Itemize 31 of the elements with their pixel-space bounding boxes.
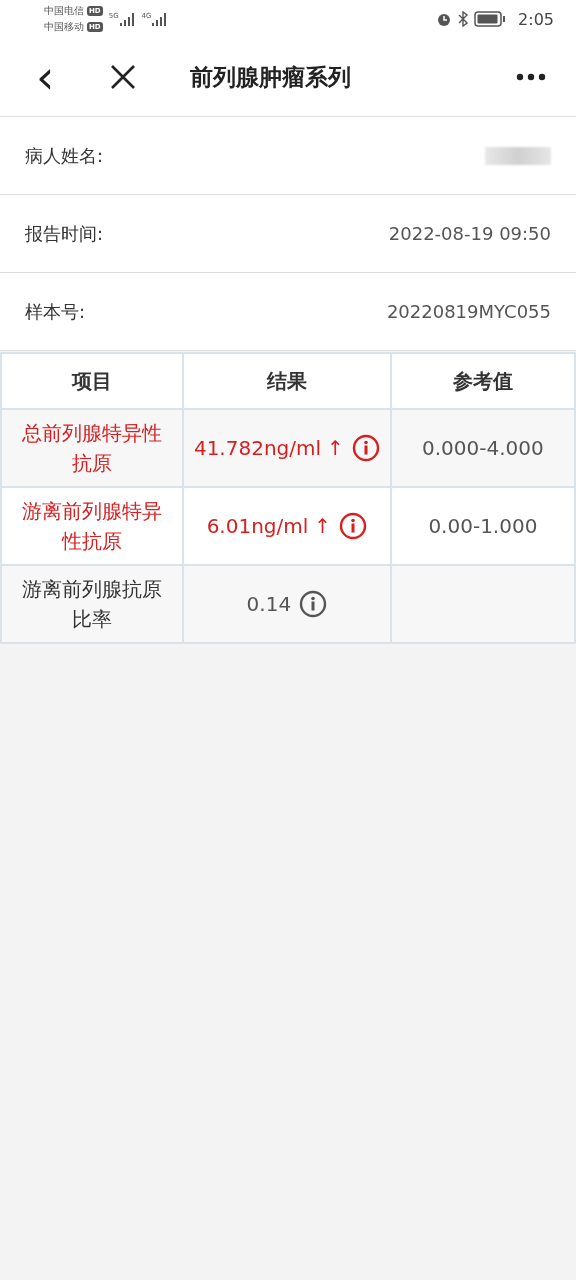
field-value: 2022-08-19 09:50: [388, 223, 551, 244]
info-icon[interactable]: [339, 512, 368, 540]
field-value: 20220819MYC055: [386, 301, 551, 322]
alarm-icon: [436, 11, 453, 27]
bluetooth-icon: [458, 11, 469, 27]
result-value: 6.01ng/ml: [206, 513, 309, 540]
table-cell: 总前列腺特异性抗原: [1, 409, 183, 487]
carrier-name: 中国电信: [44, 4, 84, 18]
result-value: 41.782ng/ml: [193, 435, 322, 462]
signal-icon: [152, 12, 169, 26]
field-label: 样本号:: [25, 299, 86, 324]
battery-icon: [474, 11, 507, 27]
reference-range: 0.000-4.000: [422, 436, 544, 460]
field-label: 报告时间:: [25, 221, 104, 246]
carrier-name: 中国移动: [44, 20, 84, 34]
trend-label: ↑: [327, 435, 344, 462]
clock-time: 2:05: [518, 9, 554, 29]
table-cell: 游离前列腺抗原比率: [1, 565, 183, 643]
result-value: 0.14: [246, 591, 292, 618]
redacted-value: [485, 146, 551, 165]
page-title: 前列腺肿瘤系列: [190, 62, 353, 92]
close-icon[interactable]: [110, 64, 137, 90]
column-header: 项目: [1, 353, 183, 409]
more-icon[interactable]: [516, 73, 546, 81]
back-button[interactable]: ‹: [30, 57, 61, 97]
trend-label: ↑: [314, 513, 332, 540]
reference-range: 0.00-1.000: [428, 514, 538, 538]
signal-icon: [119, 12, 136, 26]
field-label: 病人姓名:: [25, 143, 104, 168]
info-icon[interactable]: [299, 590, 328, 618]
info-icon[interactable]: [351, 434, 380, 462]
